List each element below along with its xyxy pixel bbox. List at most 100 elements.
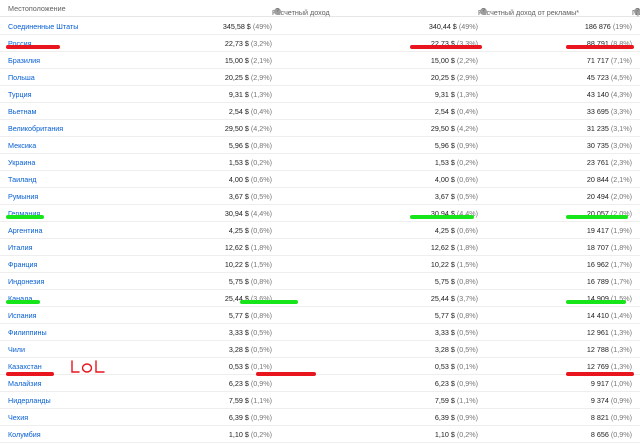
revenue-value: 345,58 $ bbox=[222, 22, 251, 31]
views-percent: (0,9%) bbox=[610, 413, 632, 422]
ad-revenue-percent: (1,3%) bbox=[456, 90, 478, 99]
ad-revenue-percent: (0,6%) bbox=[456, 226, 478, 235]
country-link[interactable]: Индонезия bbox=[8, 277, 44, 286]
views-percent: (1,7%) bbox=[610, 260, 632, 269]
ad-revenue-cell: 340,44 $ (49%) bbox=[429, 22, 478, 31]
views-cell: 186 876 (19%) bbox=[585, 22, 632, 31]
ad-revenue-cell: 3,28 $ (0,5%) bbox=[435, 345, 478, 354]
views-percent: (1,3%) bbox=[610, 345, 632, 354]
country-link[interactable]: Чехия bbox=[8, 413, 28, 422]
revenue-value: 30,94 $ bbox=[224, 209, 249, 218]
revenue-value: 3,67 $ bbox=[228, 192, 249, 201]
country-link[interactable]: Малайзия bbox=[8, 379, 41, 388]
country-link[interactable]: Италия bbox=[8, 243, 32, 252]
ad-revenue-percent: (0,8%) bbox=[456, 311, 478, 320]
ad-revenue-cell: 5,75 $ (0,8%) bbox=[435, 277, 478, 286]
help-icon[interactable]: ? bbox=[480, 8, 487, 15]
ad-revenue-percent: (0,2%) bbox=[456, 430, 478, 439]
views-value: 23 761 bbox=[586, 158, 609, 167]
views-cell: 20 844 (2,1%) bbox=[587, 175, 632, 184]
country-link[interactable]: Мексика bbox=[8, 141, 36, 150]
country-link[interactable]: Румыния bbox=[8, 192, 38, 201]
country-link[interactable]: Филиппины bbox=[8, 328, 47, 337]
country-link[interactable]: Украина bbox=[8, 158, 35, 167]
views-cell: 9 374 (0,9%) bbox=[591, 396, 632, 405]
table-row: Чили 3,28 $ (0,5%) 3,28 $ (0,5%) 12 788 (1,… bbox=[0, 340, 640, 358]
ad-revenue-percent: (0,9%) bbox=[456, 141, 478, 150]
revenue-value: 9,31 $ bbox=[228, 90, 249, 99]
views-value: 9 374 bbox=[590, 396, 609, 405]
views-percent: (3,1%) bbox=[610, 124, 632, 133]
revenue-percent: (0,6%) bbox=[250, 226, 272, 235]
ad-revenue-cell: 29,50 $ (4,2%) bbox=[431, 124, 478, 133]
ad-revenue-percent: (0,9%) bbox=[456, 379, 478, 388]
revenue-percent: (0,5%) bbox=[250, 345, 272, 354]
revenue-value: 10,22 $ bbox=[224, 260, 249, 269]
views-percent: (3,0%) bbox=[610, 141, 632, 150]
country-link[interactable]: Великобритания bbox=[8, 124, 63, 133]
views-cell: 8 821 (0,9%) bbox=[591, 413, 632, 422]
views-value: 18 707 bbox=[586, 243, 609, 252]
revenue-value: 15,00 $ bbox=[224, 56, 249, 65]
revenue-cell: 5,96 $ (0,8%) bbox=[229, 141, 272, 150]
ad-revenue-cell: 1,53 $ (0,2%) bbox=[435, 158, 478, 167]
sort-descending-icon[interactable]: ↓ bbox=[634, 8, 638, 17]
views-cell: 20 494 (2,0%) bbox=[587, 192, 632, 201]
red-underline-russia bbox=[6, 45, 60, 49]
country-link[interactable]: Казахстан bbox=[8, 362, 42, 371]
table-row: Турция 9,31 $ (1,3%) 9,31 $ (1,3%) 43 140 (… bbox=[0, 85, 640, 103]
table-row: Украина 1,53 $ (0,2%) 1,53 $ (0,2%) 23 761 … bbox=[0, 153, 640, 171]
revenue-cell: 5,75 $ (0,8%) bbox=[229, 277, 272, 286]
views-value: 30 735 bbox=[586, 141, 609, 150]
ad-revenue-value: 1,53 $ bbox=[434, 158, 455, 167]
revenue-cell: 6,23 $ (0,9%) bbox=[229, 379, 272, 388]
ad-revenue-value: 1,10 $ bbox=[434, 430, 455, 439]
revenue-percent: (4,2%) bbox=[250, 124, 272, 133]
country-link[interactable]: Колумбия bbox=[8, 430, 41, 439]
views-cell: 16 789 (1,7%) bbox=[587, 277, 632, 286]
ad-revenue-percent: (1,1%) bbox=[456, 396, 478, 405]
views-value: 186 876 bbox=[584, 22, 611, 31]
revenue-cell: 3,67 $ (0,5%) bbox=[229, 192, 272, 201]
revenue-value: 2,54 $ bbox=[228, 107, 249, 116]
views-percent: (2,0%) bbox=[610, 192, 632, 201]
ad-revenue-percent: (1,5%) bbox=[456, 260, 478, 269]
revenue-percent: (0,8%) bbox=[250, 311, 272, 320]
views-value: 19 417 bbox=[586, 226, 609, 235]
ad-revenue-percent: (2,9%) bbox=[456, 73, 478, 82]
green-underline-germany-views bbox=[566, 215, 628, 219]
revenue-cell: 10,22 $ (1,5%) bbox=[225, 260, 272, 269]
red-underline-kazakhstan-views bbox=[566, 372, 634, 376]
revenue-value: 1,10 $ bbox=[228, 430, 249, 439]
revenue-cell: 20,25 $ (2,9%) bbox=[225, 73, 272, 82]
country-link[interactable]: Нидерланды bbox=[8, 396, 51, 405]
country-link[interactable]: Чили bbox=[8, 345, 25, 354]
country-link[interactable]: Аргентина bbox=[8, 226, 43, 235]
help-icon[interactable]: ? bbox=[274, 8, 281, 15]
country-link[interactable]: Вьетнам bbox=[8, 107, 37, 116]
table-row: Соединенные Штаты 345,58 $ (49%) 340,44 $ … bbox=[0, 17, 640, 35]
country-link[interactable]: Польша bbox=[8, 73, 35, 82]
revenue-value: 4,00 $ bbox=[228, 175, 249, 184]
revenue-percent: (0,2%) bbox=[250, 158, 272, 167]
views-cell: 8 656 (0,9%) bbox=[591, 430, 632, 439]
views-cell: 12 788 (1,3%) bbox=[587, 345, 632, 354]
ad-revenue-percent: (0,5%) bbox=[456, 192, 478, 201]
views-value: 31 235 bbox=[586, 124, 609, 133]
country-link[interactable]: Бразилия bbox=[8, 56, 40, 65]
ad-revenue-percent: (3,7%) bbox=[456, 294, 478, 303]
country-link[interactable]: Франция bbox=[8, 260, 37, 269]
country-link[interactable]: Таиланд bbox=[8, 175, 36, 184]
revenue-cell: 22,73 $ (3,2%) bbox=[225, 39, 272, 48]
table-row: Малайзия 6,23 $ (0,9%) 6,23 $ (0,9%) 9 917 … bbox=[0, 374, 640, 392]
column-header-ad-revenue-label: Расчетный доход от рекламы* bbox=[478, 8, 580, 17]
revenue-percent: (0,2%) bbox=[250, 430, 272, 439]
country-link[interactable]: Испания bbox=[8, 311, 37, 320]
green-underline-canada-views bbox=[566, 300, 626, 304]
ad-revenue-percent: (4,2%) bbox=[456, 124, 478, 133]
country-link[interactable]: Турция bbox=[8, 90, 32, 99]
table-row: Германия 30,94 $ (4,4%) 30,94 $ (4,4%) 20 0… bbox=[0, 204, 640, 222]
country-link[interactable]: Соединенные Штаты bbox=[8, 22, 78, 31]
views-value: 33 695 bbox=[586, 107, 609, 116]
views-percent: (4,5%) bbox=[610, 73, 632, 82]
